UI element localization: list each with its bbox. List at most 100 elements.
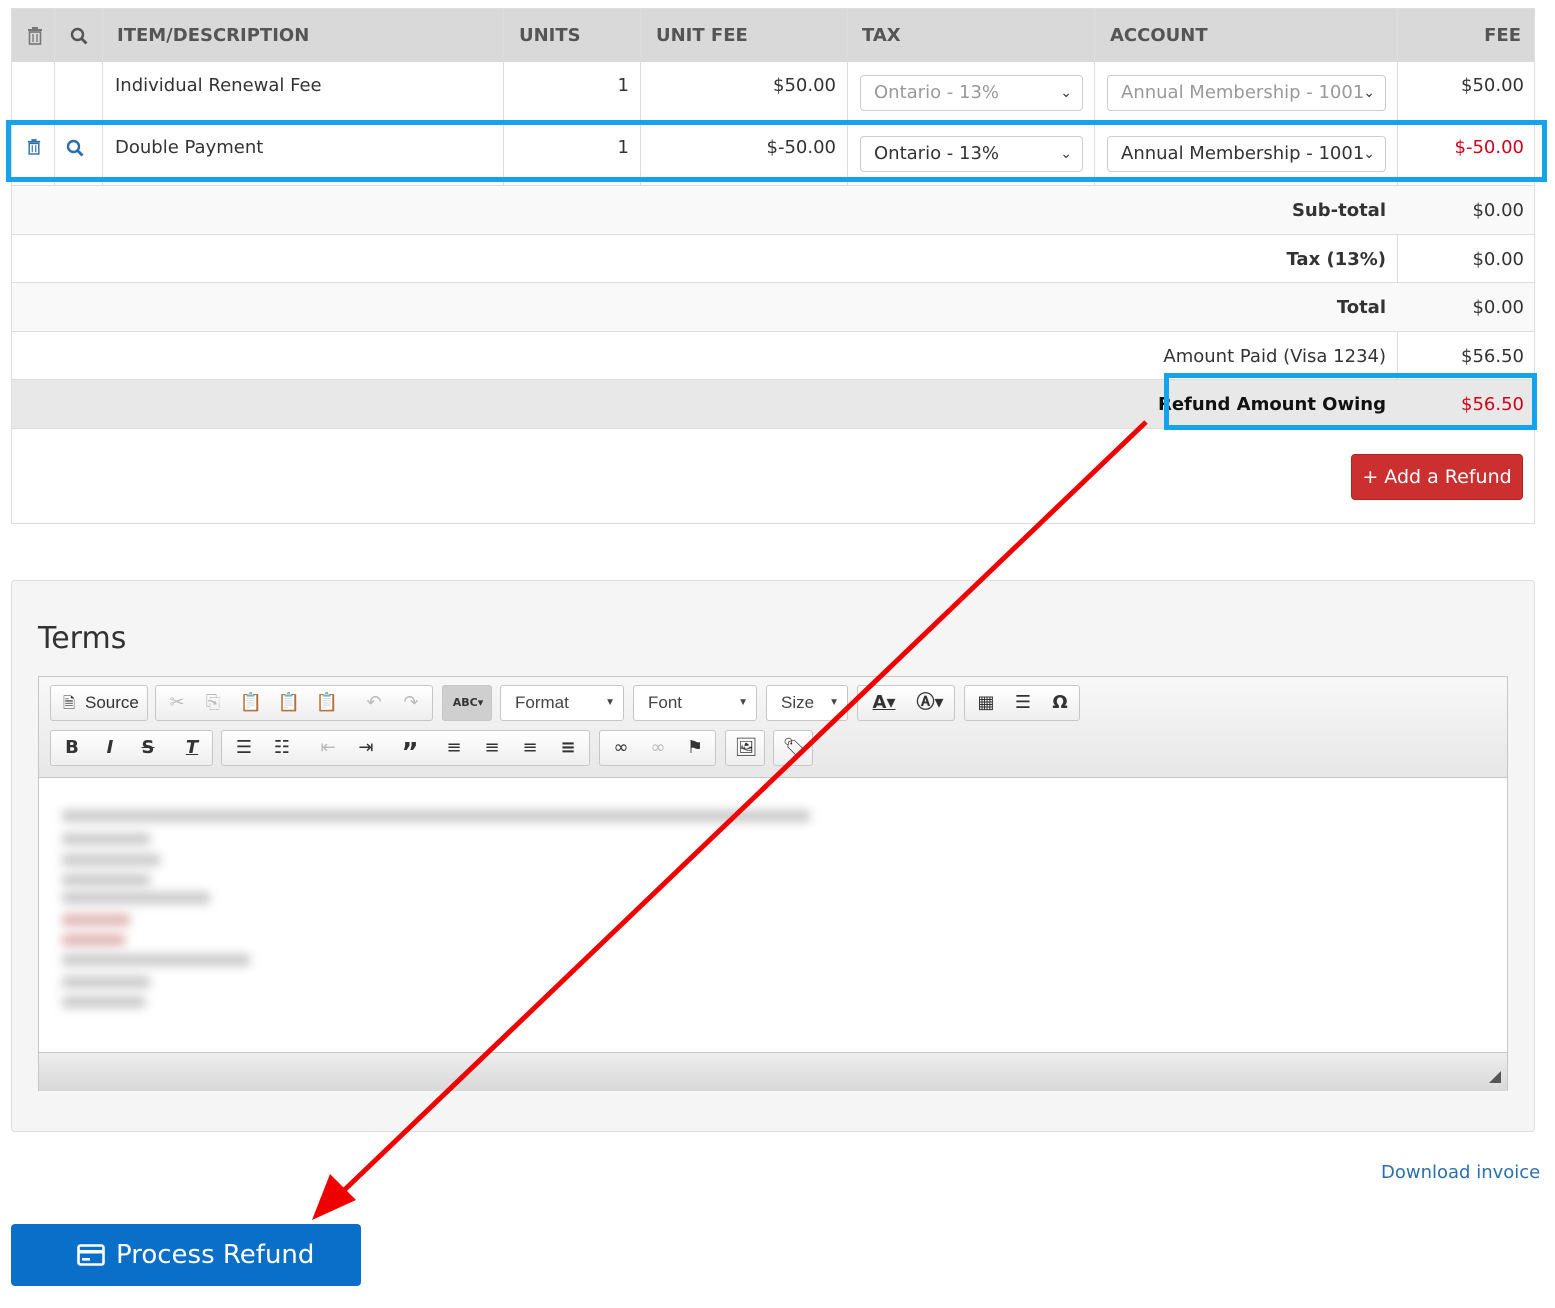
row-units: 1 — [617, 75, 629, 96]
strikethrough-icon[interactable]: S — [131, 731, 165, 765]
tax-select-value: Ontario - 13% — [874, 143, 1000, 164]
size-label: Size — [781, 693, 815, 712]
increase-indent-icon[interactable]: ⇥ — [348, 731, 384, 765]
rich-text-editor: 🗎 Source ✂ ⎘ 📋 📋 📋 ↶ ↷ ABC▾ Format ▼ Font… — [38, 676, 1508, 1091]
download-invoice-link[interactable]: Download invoice — [1381, 1162, 1540, 1183]
row-description: Individual Renewal Fee — [115, 75, 322, 96]
paste-text-icon[interactable]: 📋 — [274, 686, 304, 720]
paste-icon[interactable]: 📋 — [236, 686, 266, 720]
remove-format-icon[interactable]: T — [175, 731, 209, 765]
table-header: ITEM/DESCRIPTION UNITS UNIT FEE TAX ACCO… — [12, 9, 1534, 62]
link-group: ∞ ∞ ⚑ — [599, 730, 716, 766]
delete-column-icon — [28, 27, 42, 45]
invoice-table: ITEM/DESCRIPTION UNITS UNIT FEE TAX ACCO… — [11, 8, 1535, 524]
paragraph-group: ☰ ☷ ⇤ ⇥ ” ≡ ≡ ≡ ≡ — [221, 730, 590, 768]
caret-down-icon: ▼ — [605, 697, 615, 708]
tax-value: $0.00 — [1472, 249, 1524, 270]
add-refund-button[interactable]: + Add a Refund — [1351, 454, 1523, 500]
justify-icon[interactable]: ≡ — [550, 731, 586, 765]
account-select[interactable]: Annual Membership - 1001 ⌄ — [1107, 136, 1386, 172]
subtotal-label: Sub-total — [1291, 200, 1386, 221]
refund-owing-value: $56.50 — [1461, 394, 1524, 415]
row-fee: $-50.00 — [1454, 137, 1524, 158]
source-label: Source — [85, 693, 139, 712]
size-select[interactable]: Size ▼ — [766, 685, 848, 721]
header-fee: FEE — [1484, 25, 1521, 46]
row-units: 1 — [617, 137, 629, 158]
tax-label: Tax (13%) — [1286, 249, 1386, 270]
row-unit-fee: $-50.00 — [766, 137, 836, 158]
terms-panel: Terms 🗎 Source ✂ ⎘ 📋 📋 📋 ↶ ↷ ABC▾ Format… — [11, 580, 1535, 1132]
cut-icon[interactable]: ✂ — [162, 686, 192, 720]
italic-icon[interactable]: I — [93, 731, 127, 765]
format-label: Format — [515, 693, 569, 712]
spellcheck-icon: ABC▾ — [452, 696, 484, 709]
trash-icon[interactable] — [27, 139, 41, 155]
anchor-flag-icon[interactable]: ⚑ — [678, 731, 712, 765]
horizontal-line-icon[interactable]: ☰ — [1006, 686, 1040, 720]
row-unit-fee: $50.00 — [773, 75, 836, 96]
font-select[interactable]: Font ▼ — [633, 685, 757, 721]
caret-down-icon: ▼ — [829, 697, 839, 708]
chevron-down-icon: ⌄ — [1060, 85, 1072, 101]
redo-icon[interactable]: ↷ — [396, 686, 426, 720]
paste-word-icon[interactable]: 📋 — [312, 686, 342, 720]
header-units: UNITS — [519, 25, 581, 46]
copy-icon[interactable]: ⎘ — [198, 686, 228, 720]
image-button[interactable]: 🖼 — [725, 730, 765, 766]
amount-paid-label: Amount Paid (Visa 1234) — [1163, 346, 1386, 367]
editor-content[interactable] — [39, 778, 1507, 1051]
background-color-icon[interactable]: Ⓐ▾ — [910, 686, 950, 720]
align-left-icon[interactable]: ≡ — [436, 731, 472, 765]
account-select-value: Annual Membership - 1001 — [1121, 143, 1365, 164]
editor-footer — [39, 1052, 1507, 1091]
undo-icon[interactable]: ↶ — [359, 686, 389, 720]
row-fee: $50.00 — [1461, 75, 1524, 96]
tag-icon: 🏷 — [782, 737, 806, 758]
header-tax: TAX — [862, 25, 901, 46]
header-unit-fee: UNIT FEE — [656, 25, 748, 46]
resize-handle-icon[interactable] — [1489, 1071, 1501, 1083]
amount-paid-value: $56.50 — [1461, 346, 1524, 367]
refund-owing-label: Refund Amount Owing — [1157, 394, 1386, 415]
search-column-icon — [70, 27, 88, 45]
header-item: ITEM/DESCRIPTION — [117, 25, 310, 46]
color-group: A▾ Ⓐ▾ — [857, 685, 955, 721]
editor-toolbar: 🗎 Source ✂ ⎘ 📋 📋 📋 ↶ ↷ ABC▾ Format ▼ Font… — [39, 677, 1507, 778]
process-refund-button[interactable]: Process Refund — [11, 1224, 361, 1286]
tax-select[interactable]: Ontario - 13% ⌄ — [860, 136, 1083, 172]
header-account: ACCOUNT — [1110, 25, 1208, 46]
insert-group: ▦ ☰ Ω — [964, 685, 1080, 721]
blockquote-icon[interactable]: ” — [392, 731, 428, 768]
basic-style-group: B I S T — [50, 730, 213, 766]
credit-card-icon — [77, 1244, 105, 1266]
special-character-icon[interactable]: Ω — [1043, 686, 1077, 720]
process-refund-label: Process Refund — [116, 1240, 315, 1270]
table-icon[interactable]: ▦ — [969, 686, 1003, 720]
source-icon: 🗎 — [62, 694, 76, 712]
text-color-icon[interactable]: A▾ — [864, 686, 904, 720]
tax-select[interactable]: Ontario - 13% ⌄ — [860, 75, 1083, 111]
caret-down-icon: ▼ — [738, 697, 748, 708]
subtotal-value: $0.00 — [1472, 200, 1524, 221]
row-description: Double Payment — [115, 137, 264, 158]
spellcheck-button[interactable]: ABC▾ — [442, 685, 492, 721]
image-icon: 🖼 — [734, 737, 758, 758]
account-select[interactable]: Annual Membership - 1001 ⌄ — [1107, 75, 1386, 111]
tax-select-value: Ontario - 13% — [874, 82, 1000, 103]
placeholder-button[interactable]: 🏷 — [773, 730, 813, 766]
align-center-icon[interactable]: ≡ — [474, 731, 510, 765]
format-select[interactable]: Format ▼ — [500, 685, 624, 721]
link-icon[interactable]: ∞ — [604, 731, 638, 765]
align-right-icon[interactable]: ≡ — [512, 731, 548, 765]
clipboard-group: ✂ ⎘ 📋 📋 📋 ↶ ↷ — [155, 685, 433, 721]
unlink-icon[interactable]: ∞ — [641, 731, 675, 765]
source-button[interactable]: 🗎 Source — [50, 685, 148, 721]
numbered-list-icon[interactable]: ☰ — [226, 731, 262, 765]
account-select-value: Annual Membership - 1001 — [1121, 82, 1365, 103]
search-icon[interactable] — [66, 139, 84, 157]
total-label: Total — [1336, 297, 1386, 318]
bold-icon[interactable]: B — [55, 731, 89, 765]
bulleted-list-icon[interactable]: ☷ — [264, 731, 300, 765]
decrease-indent-icon[interactable]: ⇤ — [310, 731, 346, 765]
